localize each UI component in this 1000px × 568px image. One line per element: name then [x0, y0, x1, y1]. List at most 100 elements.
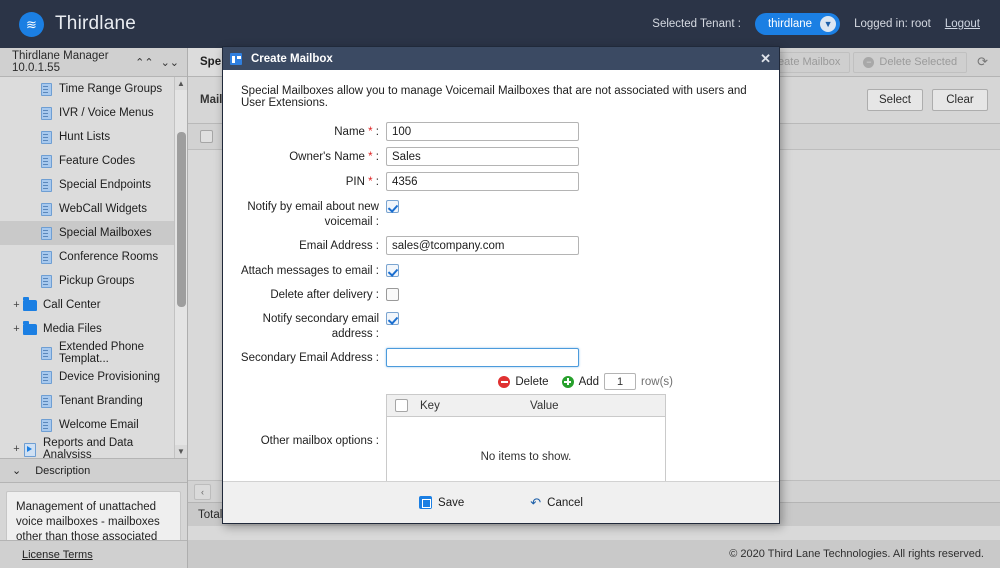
- delete-selected-button[interactable]: − Delete Selected: [853, 51, 968, 73]
- field-label-attach-messages-to-email: Attach messages to email :: [240, 265, 379, 277]
- expand-toggle-icon[interactable]: +: [10, 299, 23, 311]
- field-label-text: Email Address: [299, 240, 373, 252]
- checkbox-notify-secondary-email-address[interactable]: [386, 312, 399, 325]
- input-pin[interactable]: [386, 172, 579, 191]
- required-marker: *: [364, 126, 373, 138]
- tenant-value: thirdlane: [767, 18, 813, 30]
- sidebar-item-label: Pickup Groups: [59, 275, 135, 287]
- kv-select-all-checkbox[interactable]: [395, 399, 408, 412]
- kv-delete-button[interactable]: Delete: [515, 376, 548, 388]
- logout-link[interactable]: Logout: [945, 18, 980, 30]
- sidebar-item-label: IVR / Voice Menus: [59, 107, 154, 119]
- dialog-title: Create Mailbox: [251, 52, 333, 65]
- sidebar-item-webcall-widgets[interactable]: WebCall Widgets: [0, 197, 187, 221]
- sidebar-item-ivr-voice-menus[interactable]: IVR / Voice Menus: [0, 101, 187, 125]
- form-row-delete-after-delivery: Delete after delivery :: [223, 285, 779, 303]
- sidebar-item-label: Welcome Email: [59, 419, 139, 431]
- form-row-email-address: Email Address :: [223, 236, 779, 255]
- chevrons-up-icon[interactable]: ⌃⌃: [135, 56, 153, 69]
- form-row-notify-by-email-about-new-voicemail: Notify by email about new voicemail :: [223, 197, 779, 230]
- sidebar-item-feature-codes[interactable]: Feature Codes: [0, 149, 187, 173]
- sidebar-item-label: Reports and Data Analysiss: [43, 437, 134, 459]
- sidebar-item-label: Media Files: [43, 323, 102, 335]
- page-icon: [39, 178, 54, 192]
- page-icon: [39, 106, 54, 120]
- sidebar-item-label: Device Provisioning: [59, 371, 160, 383]
- page-icon: [39, 370, 54, 384]
- field-label-owner-s-name: Owner's Name * :: [289, 151, 379, 163]
- form-row-secondary-email-address: Secondary Email Address :: [223, 348, 779, 367]
- chevron-left-icon[interactable]: ‹: [194, 483, 211, 500]
- sidebar-item-special-mailboxes[interactable]: Special Mailboxes: [0, 221, 187, 245]
- page-icon: [39, 82, 54, 96]
- expand-toggle-icon[interactable]: +: [10, 323, 23, 335]
- sidebar-item-time-range-groups[interactable]: Time Range Groups: [0, 77, 187, 101]
- sidebar-item-reports-and-data-analysiss[interactable]: + Reports and Data Analysiss: [0, 437, 187, 459]
- save-label: Save: [438, 496, 465, 509]
- description-section-header[interactable]: ⌄ Description: [0, 459, 187, 483]
- checkbox-attach-messages-to-email[interactable]: [386, 264, 399, 277]
- expand-toggle-icon[interactable]: +: [10, 443, 23, 455]
- save-button[interactable]: Save: [419, 496, 464, 509]
- field-label-text: Name: [334, 126, 365, 138]
- sidebar-item-device-provisioning[interactable]: Device Provisioning: [0, 365, 187, 389]
- cancel-button[interactable]: ↶ Cancel: [530, 496, 583, 509]
- field-label-notify-by-email-about-new-voicemail: Notify by email about new voicemail :: [247, 201, 379, 228]
- kv-add-button[interactable]: Add: [579, 376, 599, 388]
- form-row-notify-secondary-email-address: Notify secondary email address :: [223, 309, 779, 342]
- dialog-title-bar: Create Mailbox ✕: [223, 47, 779, 70]
- chevrons-down-icon[interactable]: ⌄⌄: [161, 56, 179, 69]
- select-button[interactable]: Select: [867, 89, 923, 111]
- sidebar-item-tenant-branding[interactable]: Tenant Branding: [0, 389, 187, 413]
- caret-down-icon[interactable]: ▼: [175, 445, 187, 458]
- field-label-secondary-email-address: Secondary Email Address :: [240, 352, 379, 364]
- undo-arrow-icon: ↶: [530, 495, 542, 510]
- sidebar-item-pickup-groups[interactable]: Pickup Groups: [0, 269, 187, 293]
- refresh-icon[interactable]: ⟳: [977, 54, 988, 70]
- kv-rows-input[interactable]: [604, 373, 637, 390]
- page-icon: [39, 346, 54, 360]
- checkbox-delete-after-delivery[interactable]: [386, 288, 399, 301]
- sidebar-item-label: Feature Codes: [59, 155, 136, 167]
- sidebar-item-special-endpoints[interactable]: Special Endpoints: [0, 173, 187, 197]
- dialog-form: Name * : Owner's Name * : PIN * : Notify by…: [223, 122, 779, 367]
- clear-button[interactable]: Clear: [932, 89, 988, 111]
- select-all-checkbox[interactable]: [200, 130, 213, 143]
- page-icon: [39, 274, 54, 288]
- sidebar-item-label: Time Range Groups: [59, 83, 163, 95]
- sidebar-item-label: Call Center: [43, 299, 101, 311]
- field-label-text: Notify by email about new voicemail: [247, 201, 379, 228]
- sidebar-item-welcome-email[interactable]: Welcome Email: [0, 413, 187, 437]
- sidebar-item-label: Hunt Lists: [59, 131, 111, 143]
- sidebar-title: Thirdlane Manager 10.0.1.55: [12, 50, 109, 74]
- tenant-selector[interactable]: thirdlane ▼: [754, 13, 841, 35]
- form-row-pin: PIN * :: [223, 172, 779, 191]
- logged-in-user: Logged in: root: [854, 18, 931, 30]
- input-secondary-email-address[interactable]: [386, 348, 579, 367]
- input-email-address[interactable]: [386, 236, 579, 255]
- plus-circle-icon: [561, 375, 574, 388]
- sidebar-item-extended-phone-templat[interactable]: Extended Phone Templat...: [0, 341, 187, 365]
- field-label-name: Name * :: [334, 126, 379, 138]
- page-icon: [39, 250, 54, 264]
- field-label-text: Notify secondary email address: [262, 313, 379, 340]
- delete-selected-label: Delete Selected: [879, 56, 958, 68]
- sidebar-item-media-files[interactable]: + Media Files: [0, 317, 187, 341]
- checkbox-notify-by-email-about-new-voicemail[interactable]: [386, 200, 399, 213]
- scrollbar-thumb[interactable]: [177, 132, 186, 307]
- sidebar-tree-list: Time Range Groups IVR / Voice Menus Hunt L…: [0, 77, 187, 459]
- license-terms-link[interactable]: License Terms: [22, 549, 93, 561]
- close-icon[interactable]: ✕: [760, 51, 771, 67]
- sidebar-item-conference-rooms[interactable]: Conference Rooms: [0, 245, 187, 269]
- caret-up-icon[interactable]: ▲: [175, 77, 187, 90]
- sidebar-scrollbar[interactable]: ▲ ▼: [174, 77, 187, 458]
- top-bar-right: Selected Tenant : thirdlane ▼ Logged in:…: [652, 13, 1000, 35]
- input-owner-s-name[interactable]: [386, 147, 579, 166]
- report-icon: [23, 443, 38, 456]
- dialog-body: Special Mailboxes allow you to manage Vo…: [223, 70, 779, 498]
- input-name[interactable]: [386, 122, 579, 141]
- sidebar-item-call-center[interactable]: + Call Center: [0, 293, 187, 317]
- field-label-notify-secondary-email-address: Notify secondary email address :: [262, 313, 379, 340]
- sidebar-item-hunt-lists[interactable]: Hunt Lists: [0, 125, 187, 149]
- field-label-text: PIN: [345, 176, 365, 188]
